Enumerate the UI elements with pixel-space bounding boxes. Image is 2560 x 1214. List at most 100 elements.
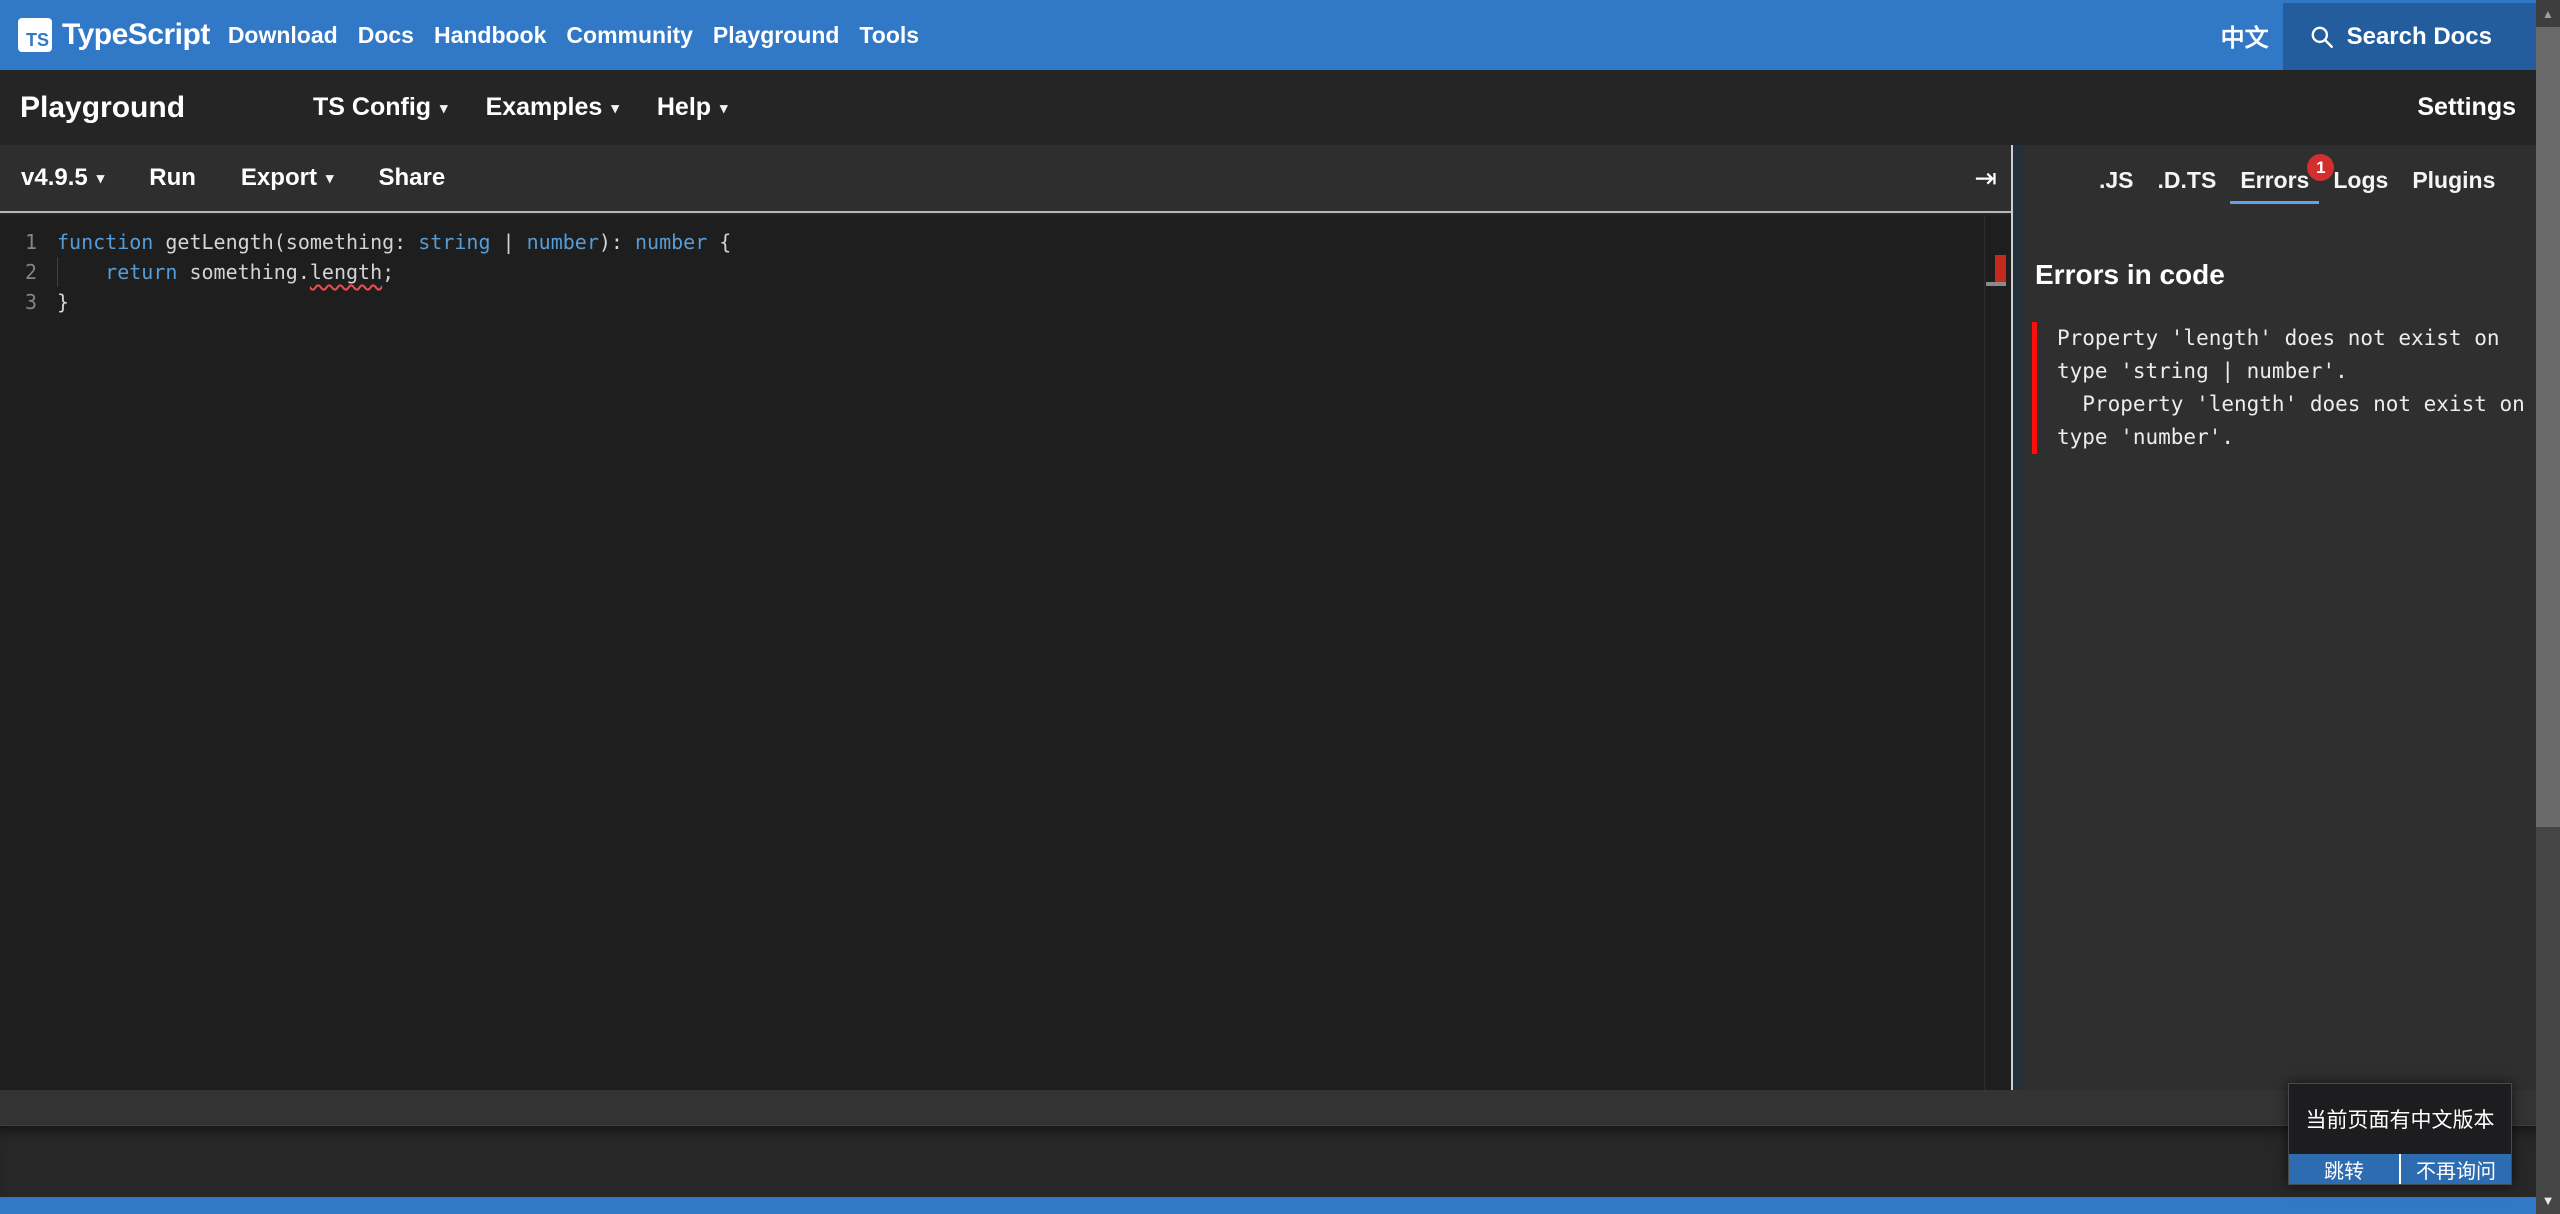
language-toggle[interactable]: 中文 (2221, 18, 2269, 53)
sidebar-gutter (2013, 145, 2023, 1090)
code-text: function getLength(something: string | n… (57, 227, 731, 257)
tab-errors[interactable]: Errors1 (2230, 167, 2319, 204)
error-message-line: Property 'length' does not exist on (2057, 388, 2528, 421)
overview-ruler[interactable] (1984, 215, 2008, 1090)
line-number: 2 (0, 257, 37, 287)
page-footer (0, 1125, 2560, 1197)
error-message-line: type 'number'. (2057, 421, 2528, 454)
code-token: return (105, 260, 177, 284)
code-token: number (635, 230, 707, 254)
editor-toolbar: v4.9.5 ▾ Run Export ▾ Share ⇥ (0, 145, 2011, 213)
scroll-up-icon[interactable]: ▲ (2536, 0, 2560, 27)
code-editor[interactable]: 1 function getLength(something: string | … (0, 215, 2011, 1090)
scroll-down-icon[interactable]: ▼ (2536, 1189, 2560, 1211)
run-button[interactable]: Run (149, 164, 196, 192)
tab-label: .JS (2099, 167, 2134, 193)
jump-to-chinese-button[interactable]: 跳转 (2289, 1154, 2399, 1184)
code-line[interactable]: 3} (0, 287, 2011, 317)
sidebar-tabs: .JS .D.TS Errors1 Logs Plugins (2089, 167, 2505, 204)
code-token: string (418, 230, 490, 254)
error-message-block: Property 'length' does not exist ontype … (2032, 322, 2528, 454)
home-link[interactable]: TS TypeScript (18, 18, 210, 52)
code-line[interactable]: 1 function getLength(something: string | … (0, 227, 2011, 257)
menu-help[interactable]: Help ▾ (657, 93, 728, 122)
share-button[interactable]: Share (378, 164, 445, 192)
tab-label: Logs (2333, 167, 2388, 193)
editor-footer-bar (0, 1090, 2560, 1125)
caret-down-icon: ▾ (97, 170, 105, 187)
notification-actions: 跳转不再询问 (2289, 1154, 2511, 1184)
nav-item-tools[interactable]: Tools (859, 22, 919, 49)
tab-logs[interactable]: Logs (2323, 167, 2398, 201)
typescript-logo-icon: TS (18, 18, 52, 52)
nav-item-community[interactable]: Community (566, 22, 693, 49)
bottom-accent-bar (0, 1197, 2560, 1214)
notification-message: 当前页面有中文版本 (2289, 1084, 2511, 1154)
code-token: { (707, 230, 731, 254)
caret-down-icon: ▾ (440, 100, 448, 117)
error-marker (1995, 255, 2006, 283)
caret-down-icon: ▾ (720, 100, 728, 117)
search-docs-label: Search Docs (2347, 23, 2492, 51)
tab-label: .D.TS (2158, 167, 2217, 193)
search-icon (2309, 24, 2335, 50)
line-number: 1 (0, 227, 37, 257)
code-token: ; (382, 260, 394, 284)
nav-menu: Download Docs Handbook Community Playground T… (228, 22, 919, 49)
language-notification: 当前页面有中文版本 跳转不再询问 (2288, 1083, 2512, 1185)
menu-label: Help (657, 93, 711, 121)
search-docs-button[interactable]: Search Docs (2283, 3, 2536, 70)
error-message-line: type 'string | number'. (2057, 355, 2528, 388)
nav-item-download[interactable]: Download (228, 22, 338, 49)
code-text: return something.length; (57, 257, 394, 287)
menu-label: Examples (486, 93, 603, 121)
code-token: getLength(something: (153, 230, 418, 254)
indent-guide (57, 257, 58, 287)
nav-item-playground[interactable]: Playground (713, 22, 840, 49)
menu-label: TS Config (313, 93, 431, 121)
typescript-playground-window: TS TypeScript Download Docs Handbook Commun… (0, 0, 2560, 1214)
code-line[interactable]: 2 return something.length; (0, 257, 2011, 287)
editor-scrollbar-thumb[interactable] (1986, 282, 2006, 286)
errors-panel-heading: Errors in code (2035, 259, 2225, 291)
export-dropdown[interactable]: Export ▾ (241, 164, 334, 192)
nav-right: 中文 Search Docs (2221, 0, 2560, 70)
error-message-line: Property 'length' does not exist on (2057, 322, 2528, 355)
menu-ts-config[interactable]: TS Config ▾ (313, 93, 448, 122)
code-token: } (57, 290, 69, 314)
dont-ask-again-button[interactable]: 不再询问 (2399, 1154, 2511, 1184)
tab-label: Plugins (2412, 167, 2495, 193)
top-nav: TS TypeScript Download Docs Handbook Commun… (0, 0, 2560, 70)
error-token: length (310, 260, 382, 284)
export-label: Export (241, 164, 317, 191)
tab-plugins[interactable]: Plugins (2402, 167, 2505, 201)
tab-js[interactable]: .JS (2089, 167, 2144, 201)
tab-d-ts[interactable]: .D.TS (2148, 167, 2227, 201)
editor-pane: v4.9.5 ▾ Run Export ▾ Share ⇥ 1 function ge… (0, 145, 2011, 1090)
code-token: something. (177, 260, 309, 284)
menu-examples[interactable]: Examples ▾ (486, 93, 619, 122)
editor-lines: 1 function getLength(something: string | … (0, 227, 2011, 317)
scrollbar-thumb[interactable] (2536, 27, 2560, 827)
code-token: function (57, 230, 153, 254)
results-sidebar: .JS .D.TS Errors1 Logs Plugins Errors in cod… (2023, 145, 2536, 1090)
caret-down-icon: ▾ (326, 170, 334, 187)
playground-nav: Playground TS Config ▾ Examples ▾ Help ▾ Sett… (0, 70, 2560, 145)
nav-item-handbook[interactable]: Handbook (434, 22, 546, 49)
page-title: Playground (20, 91, 185, 125)
version-dropdown[interactable]: v4.9.5 ▾ (21, 164, 104, 192)
page-scrollbar[interactable]: ▲ ▼ (2536, 0, 2560, 1214)
collapse-sidebar-icon[interactable]: ⇥ (1974, 163, 1997, 194)
line-number: 3 (0, 287, 37, 317)
code-token: | (490, 230, 526, 254)
code-token (57, 260, 105, 284)
version-label: v4.9.5 (21, 164, 88, 191)
nav-item-docs[interactable]: Docs (358, 22, 414, 49)
code-token: ): (599, 230, 635, 254)
caret-down-icon: ▾ (611, 100, 619, 117)
tab-label: Errors (2240, 167, 2309, 193)
brand-name: TypeScript (62, 18, 210, 52)
code-token: number (527, 230, 599, 254)
settings-button[interactable]: Settings (2417, 93, 2516, 122)
playground-menus: TS Config ▾ Examples ▾ Help ▾ (313, 93, 728, 122)
